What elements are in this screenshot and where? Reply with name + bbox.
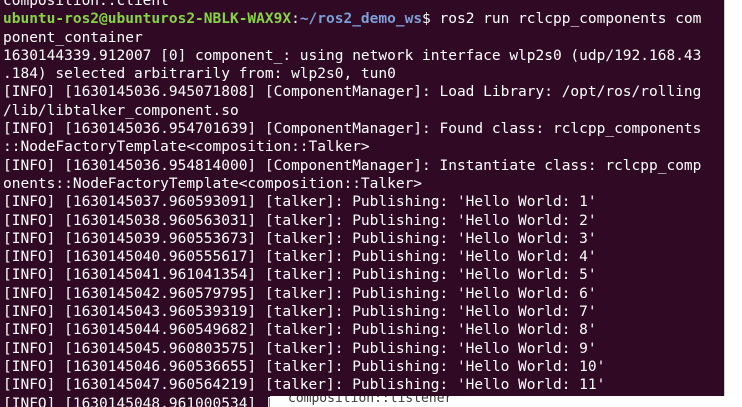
terminal-line: .184) selected arbitrarily from: wlp2s0,… <box>3 66 396 83</box>
terminal-window[interactable]: composition::client ubuntu-ros2@ubunturo… <box>0 0 724 407</box>
terminal-line: [INFO] [1630145036.945071808] [Component… <box>3 84 702 101</box>
window-border <box>724 0 725 407</box>
prompt-path: ~/ros2_demo_ws <box>299 11 423 28</box>
terminal-line: [INFO] [1630145045.960803575] [talker]: … <box>3 340 597 357</box>
terminal-line: [INFO] [1630145036.954701639] [Component… <box>3 121 702 138</box>
terminal-line: [INFO] [1630145040.960555617] [talker]: … <box>3 249 597 266</box>
terminal-line: [INFO] [1630145044.960549682] [talker]: … <box>3 322 597 339</box>
background-terminal-text: composition::listener <box>288 396 453 406</box>
prompt-symbol: $ <box>422 11 431 28</box>
terminal-line: [INFO] [1630145039.960553673] [talker]: … <box>3 230 597 247</box>
terminal-line: [INFO] [1630145042.960579795] [talker]: … <box>3 285 597 302</box>
terminal-line: [INFO] [1630145043.960539319] [talker]: … <box>3 304 597 321</box>
prompt-separator: : <box>291 11 300 28</box>
terminal-line: ponent_container <box>3 29 143 46</box>
terminal-line: [INFO] [1630145037.960593091] [talker]: … <box>3 194 597 211</box>
terminal-line: /lib/libtalker_component.so <box>3 102 239 119</box>
terminal-line: [INFO] [1630145047.960564219] [talker]: … <box>3 377 606 394</box>
command-text: ros2 run rclcpp_components com <box>430 11 702 28</box>
terminal-line-previous: composition::client <box>3 0 169 9</box>
prompt-user-host: ubuntu-ros2@ubunturos2-NBLK-WAX9X <box>3 11 292 28</box>
background-terminal-window[interactable]: composition::listener <box>270 396 742 407</box>
background-window-edge <box>724 0 742 407</box>
terminal-line: [INFO] [1630145041.961041354] [talker]: … <box>3 267 597 284</box>
terminal-line: [INFO] [1630145038.960563031] [talker]: … <box>3 212 597 229</box>
terminal-line: 1630144339.912007 [0] component_: using … <box>3 47 702 64</box>
terminal-line: [INFO] [1630145036.954814000] [Component… <box>3 157 702 174</box>
terminal-line: onents::NodeFactoryTemplate<composition:… <box>3 175 423 192</box>
command-prompt-line: ubuntu-ros2@ubunturos2-NBLK-WAX9X:~/ros2… <box>3 10 723 28</box>
terminal-line: ::NodeFactoryTemplate<composition::Talke… <box>3 139 370 156</box>
terminal-line: [INFO] [1630145046.960536655] [talker]: … <box>3 358 606 375</box>
terminal-output: composition::client ubuntu-ros2@ubunturo… <box>3 0 723 407</box>
